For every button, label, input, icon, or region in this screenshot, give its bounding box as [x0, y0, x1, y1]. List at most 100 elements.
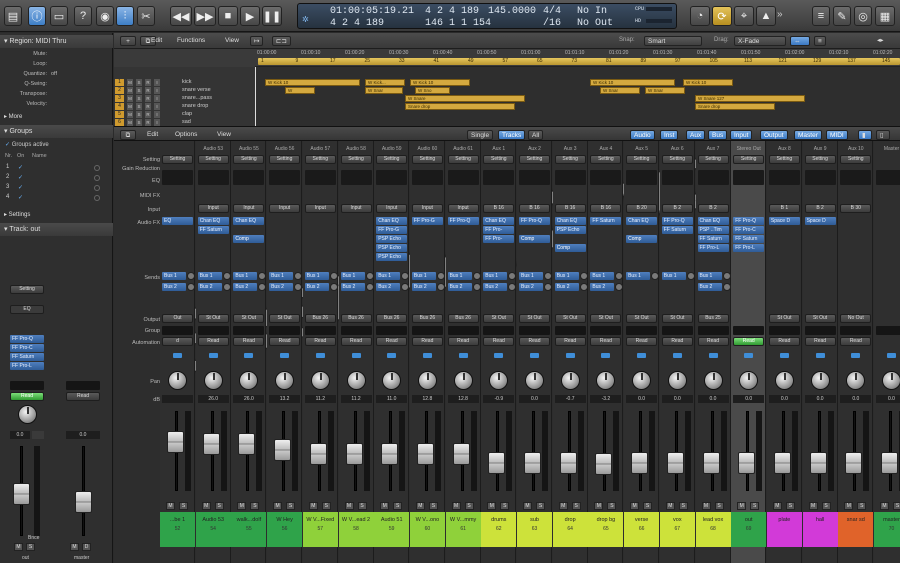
track-name-tile[interactable]: W V...mmy 61 — [445, 512, 481, 547]
eq-thumbnail[interactable] — [411, 170, 443, 185]
send-slot[interactable]: Bus 1 — [519, 272, 543, 280]
send-slot[interactable]: Bus 1 — [411, 272, 436, 280]
audio-region[interactable]: W Snar — [365, 87, 403, 94]
eq-thumbnail[interactable] — [304, 170, 336, 185]
send-slot[interactable]: Bus 1 — [233, 272, 258, 280]
eq-thumbnail[interactable] — [590, 170, 622, 185]
settings-disclosure[interactable]: ▸ Settings — [0, 209, 113, 222]
input-slot[interactable]: Input — [376, 204, 408, 213]
track-r-button[interactable]: R — [145, 87, 151, 94]
pan-knob[interactable] — [168, 371, 187, 390]
group-settings-icon[interactable] — [94, 195, 100, 201]
track-name-tile[interactable]: hall — [802, 512, 838, 547]
volume-fader[interactable] — [274, 439, 292, 461]
region-param[interactable]: Mute: — [0, 51, 113, 60]
checkmark-icon[interactable]: ✓ — [18, 164, 23, 171]
output-slot[interactable]: St Out — [197, 314, 229, 323]
setting-button[interactable]: Setting — [661, 155, 693, 164]
solo-button[interactable]: S — [321, 502, 331, 510]
plugin-slot[interactable]: PSP Echo — [554, 226, 586, 234]
track-name-tile[interactable]: ...be 1 52 — [160, 512, 195, 547]
automation-mode[interactable]: Read — [804, 337, 836, 346]
send-level-knob[interactable] — [544, 283, 552, 291]
input-monitor-button[interactable] — [565, 353, 575, 358]
pan-knob[interactable] — [596, 371, 616, 390]
group-slot[interactable] — [233, 326, 265, 335]
automation-mode[interactable]: Read — [10, 392, 44, 401]
solo-button[interactable]: S — [179, 502, 188, 510]
eq-thumbnail[interactable] — [519, 170, 550, 185]
send-slot[interactable]: Bus 1 — [626, 272, 651, 280]
send-level-knob[interactable] — [615, 272, 624, 280]
plugin-slot[interactable]: FF Pro-L — [697, 244, 729, 252]
send-slot[interactable]: Bus 1 — [197, 272, 222, 280]
group-settings-icon[interactable] — [94, 175, 100, 181]
eq-thumbnail[interactable] — [554, 170, 586, 185]
toolbar-icon[interactable]: ▭ — [50, 6, 68, 26]
group-row[interactable]: 4 ✓ — [6, 194, 106, 204]
input-slot[interactable]: Input — [197, 204, 229, 213]
output-slot[interactable]: No Out — [840, 314, 872, 323]
plugin-slot[interactable]: PSP Echo — [376, 253, 408, 261]
setting-button[interactable]: Setting — [697, 155, 729, 164]
mixer-icon[interactable]: ⫶ — [116, 6, 134, 26]
input-monitor-button[interactable] — [173, 353, 182, 358]
input-slot[interactable]: B 30 — [840, 204, 872, 213]
input-slot[interactable]: B 16 — [554, 204, 586, 213]
plugin-slot[interactable]: Space D — [804, 217, 836, 225]
mixer-menu-options[interactable]: Options — [172, 130, 200, 140]
track-i-button[interactable]: I — [154, 95, 160, 102]
send-slot[interactable]: Bus 2 — [411, 283, 436, 291]
volume-fader[interactable] — [488, 451, 506, 474]
mute-button[interactable]: M — [880, 502, 889, 510]
forward-button[interactable]: ▶▶ — [194, 6, 216, 26]
input-monitor-button[interactable] — [422, 353, 432, 358]
stop-button[interactable]: ■ — [218, 6, 238, 26]
pan-knob[interactable] — [489, 371, 509, 390]
send-level-knob[interactable] — [365, 283, 374, 291]
track-r-button[interactable]: R — [145, 111, 151, 118]
send-level-knob[interactable] — [294, 272, 303, 280]
region-param[interactable]: Q-Swing: — [0, 81, 113, 90]
group-row[interactable]: 2 ✓ — [6, 174, 106, 184]
count-in-icon[interactable]: ⌖ — [734, 6, 754, 26]
plugin-slot[interactable]: Comp — [519, 235, 550, 243]
solo-button[interactable]: S — [357, 502, 367, 510]
track-m-button[interactable]: M — [127, 87, 133, 94]
volume-fader[interactable] — [809, 451, 827, 474]
setting-button[interactable]: Setting — [340, 155, 372, 164]
solo-button[interactable]: S — [714, 502, 724, 510]
mute-button[interactable]: M — [487, 502, 497, 510]
track-header[interactable]: 1 M S R Ikick — [114, 79, 255, 87]
setting-button[interactable]: Setting — [590, 155, 622, 164]
volume-fader[interactable] — [202, 433, 220, 456]
output-slot[interactable]: Bus 26 — [447, 314, 479, 323]
input-monitor-button[interactable] — [815, 353, 825, 358]
setting-button[interactable]: Setting — [733, 155, 765, 164]
add-track-button[interactable]: + — [120, 36, 136, 46]
output-slot[interactable]: St Out — [554, 314, 586, 323]
automation-mode[interactable]: Read — [840, 337, 872, 346]
mute-button[interactable]: M — [380, 502, 390, 510]
mute-button[interactable]: M — [665, 502, 675, 510]
send-level-knob[interactable] — [722, 272, 731, 280]
checkmark-icon[interactable]: ✓ — [18, 184, 23, 191]
solo-button[interactable]: S — [821, 502, 831, 510]
automation-mode[interactable]: Read — [447, 337, 479, 346]
track-name-tile[interactable]: drop 64 — [552, 512, 588, 547]
checkmark-icon[interactable]: ✓ — [18, 174, 23, 181]
output-slot[interactable]: St Out — [626, 314, 658, 323]
list-icon[interactable]: ≡ — [812, 6, 830, 26]
tab-tracks[interactable]: Tracks — [498, 130, 526, 140]
mute-button[interactable]: M — [273, 502, 283, 510]
send-level-knob[interactable] — [615, 283, 624, 291]
filter-bus[interactable]: Bus — [708, 130, 728, 140]
group-slot[interactable] — [376, 326, 408, 335]
pan-knob[interactable] — [882, 371, 900, 390]
send-level-knob[interactable] — [436, 272, 445, 280]
send-level-knob[interactable] — [329, 283, 338, 291]
track-name-tile[interactable]: Audio 51 59 — [374, 512, 410, 547]
plugin-slot[interactable]: FF Pro-G — [376, 226, 408, 234]
region-param[interactable]: Loop: — [0, 61, 113, 70]
send-level-knob[interactable] — [365, 272, 374, 280]
